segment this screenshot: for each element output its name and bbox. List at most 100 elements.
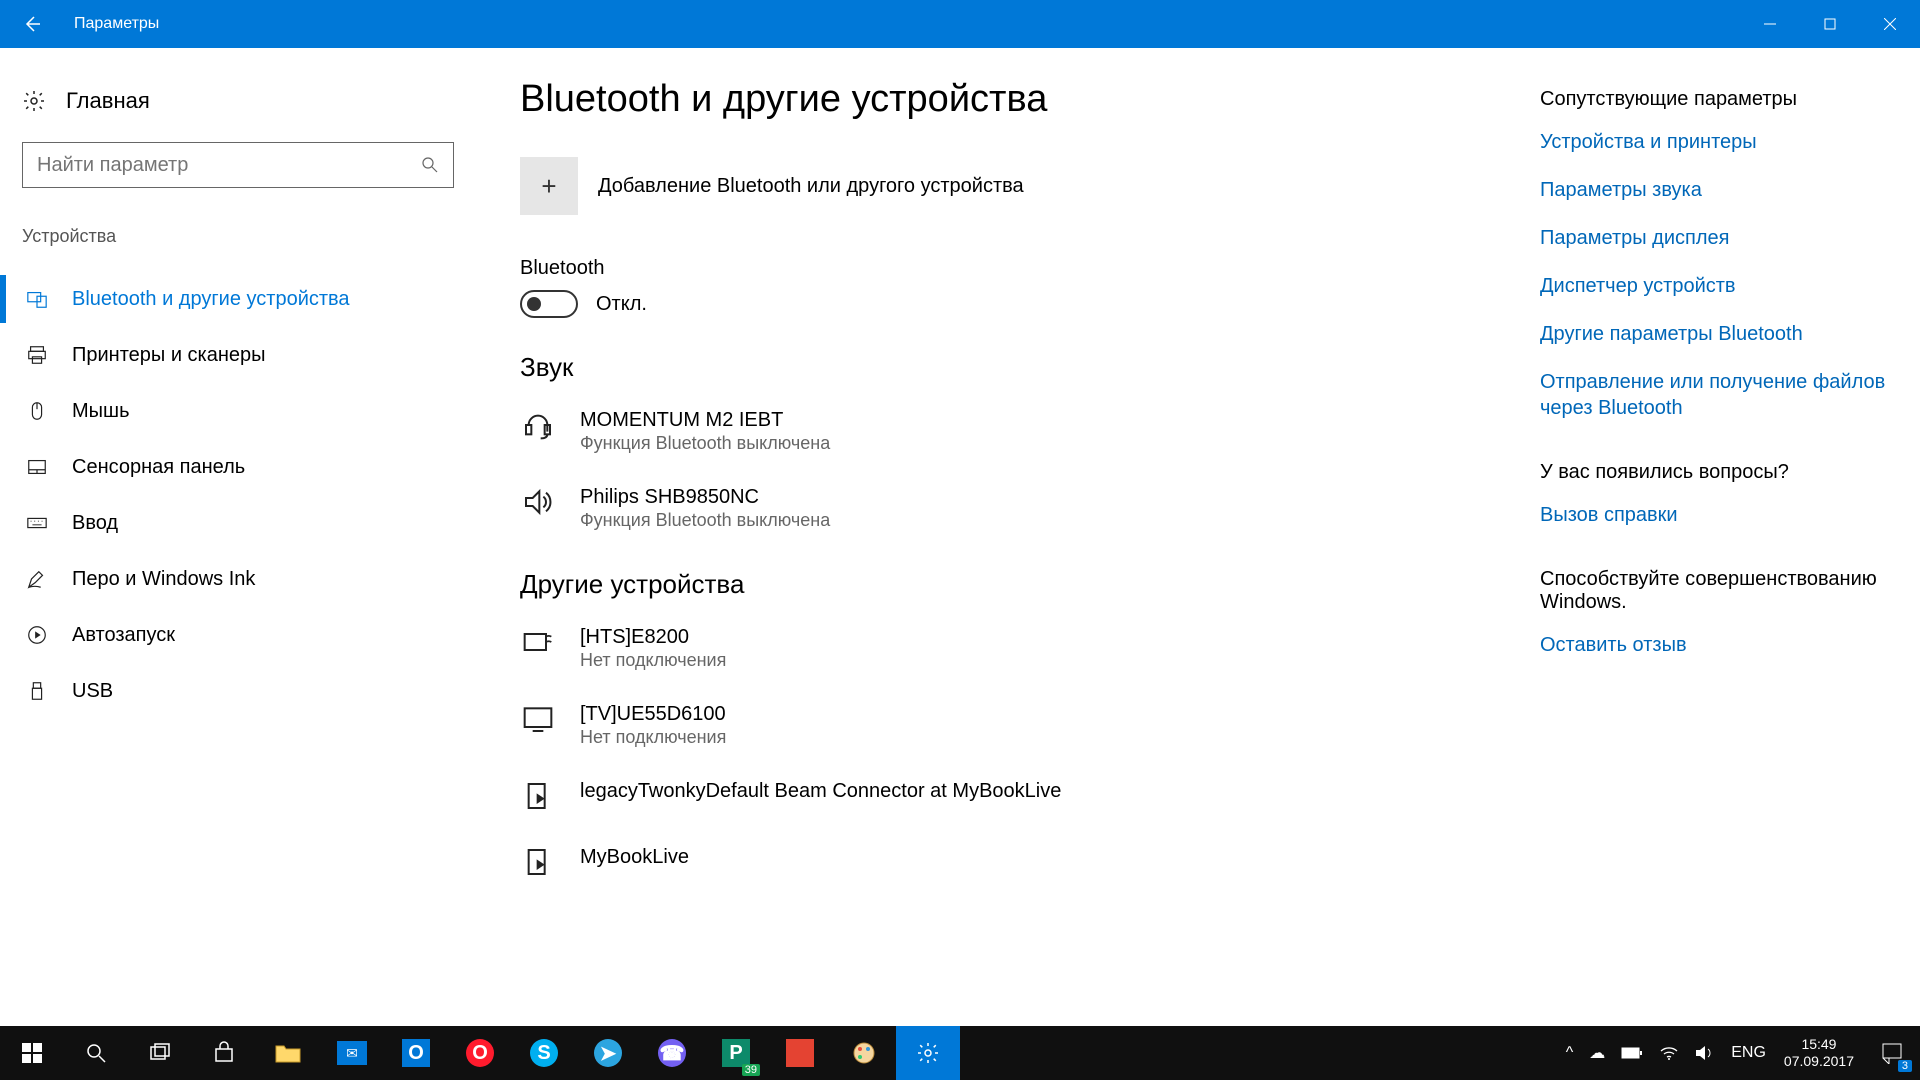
device-row[interactable]: MOMENTUM M2 IEBT Функция Bluetooth выклю… (520, 397, 1500, 474)
nav-pen[interactable]: Перо и Windows Ink (22, 551, 480, 607)
link-get-help[interactable]: Вызов справки (1540, 502, 1890, 528)
category-label: Устройства (22, 226, 480, 247)
device-status: Нет подключения (580, 650, 726, 671)
app-badge-icon[interactable]: P39 (704, 1026, 768, 1080)
volume-icon[interactable] (1687, 1044, 1723, 1062)
store-icon[interactable] (192, 1026, 256, 1080)
headset-icon (520, 407, 556, 443)
explorer-icon[interactable] (256, 1026, 320, 1080)
battery-icon[interactable] (1613, 1046, 1651, 1060)
nav-printers[interactable]: Принтеры и сканеры (22, 327, 480, 383)
device-icon (520, 778, 556, 814)
device-name: [HTS]E8200 (580, 624, 726, 650)
nav-mouse[interactable]: Мышь (22, 383, 480, 439)
nav-label: Перо и Windows Ink (72, 568, 255, 591)
language-indicator[interactable]: ENG (1723, 1044, 1774, 1062)
related-title: Сопутствующие параметры (1540, 88, 1890, 111)
nav-typing[interactable]: Ввод (22, 495, 480, 551)
tv-icon (520, 701, 556, 737)
notifications-button[interactable]: 3 (1864, 1026, 1920, 1080)
usb-icon (26, 680, 50, 702)
nav-label: Принтеры и сканеры (72, 344, 266, 367)
telegram-icon[interactable]: ➤ (576, 1026, 640, 1080)
toggle-state: Откл. (596, 293, 647, 316)
help-title: У вас появились вопросы? (1540, 461, 1890, 484)
touchpad-icon (26, 456, 50, 478)
add-device-label: Добавление Bluetooth или другого устройс… (598, 175, 1024, 198)
todoist-icon[interactable] (768, 1026, 832, 1080)
sound-group-title: Звук (520, 352, 1500, 383)
mail-icon[interactable]: ✉ (320, 1026, 384, 1080)
device-status: Функция Bluetooth выключена (580, 433, 830, 454)
nav-usb[interactable]: USB (22, 663, 480, 719)
taskview-button[interactable] (128, 1026, 192, 1080)
notif-badge: 3 (1898, 1060, 1912, 1072)
home-label: Главная (66, 88, 150, 114)
device-status: Функция Bluetooth выключена (580, 510, 830, 531)
nav-label: USB (72, 680, 113, 703)
device-name: MOMENTUM M2 IEBT (580, 407, 830, 433)
search-input[interactable] (22, 142, 454, 188)
link-more-bluetooth[interactable]: Другие параметры Bluetooth (1540, 321, 1890, 347)
search-field[interactable] (37, 154, 421, 177)
add-device-button[interactable]: + Добавление Bluetooth или другого устро… (520, 157, 1500, 215)
wifi-icon[interactable] (1651, 1045, 1687, 1061)
nav-label: Ввод (72, 512, 118, 535)
device-name: [TV]UE55D6100 (580, 701, 726, 727)
paint-icon[interactable] (832, 1026, 896, 1080)
autoplay-icon (26, 624, 50, 646)
search-button[interactable] (64, 1026, 128, 1080)
time-text: 15:49 (1784, 1036, 1854, 1053)
tray-chevron-icon[interactable]: ^ (1558, 1044, 1582, 1062)
link-feedback[interactable]: Оставить отзыв (1540, 632, 1890, 658)
link-send-receive-bt[interactable]: Отправление или получение файлов через B… (1540, 369, 1890, 421)
nav-label: Мышь (72, 400, 130, 423)
nav-touchpad[interactable]: Сенсорная панель (22, 439, 480, 495)
viber-icon[interactable]: ☎ (640, 1026, 704, 1080)
bluetooth-label: Bluetooth (520, 257, 1500, 280)
bluetooth-icon (26, 288, 50, 310)
nav-label: Сенсорная панель (72, 456, 245, 479)
clock[interactable]: 15:49 07.09.2017 (1774, 1036, 1864, 1070)
maximize-button[interactable] (1800, 0, 1860, 48)
window-title: Параметры (74, 15, 159, 33)
device-name: MyBookLive (580, 844, 689, 870)
device-row[interactable]: Philips SHB9850NC Функция Bluetooth выкл… (520, 474, 1500, 551)
minimize-button[interactable] (1740, 0, 1800, 48)
home-button[interactable]: Главная (22, 88, 480, 114)
gear-icon (22, 89, 46, 113)
device-row[interactable]: legacyTwonkyDefault Beam Connector at My… (520, 768, 1500, 834)
nav-label: Bluetooth и другие устройства (72, 288, 350, 311)
taskbar: ✉ O O S ➤ ☎ P39 ^ ☁ ENG 15:49 07.09.2017… (0, 1026, 1920, 1080)
onedrive-icon[interactable]: ☁ (1581, 1043, 1613, 1063)
link-display-settings[interactable]: Параметры дисплея (1540, 225, 1890, 251)
link-devices-printers[interactable]: Устройства и принтеры (1540, 129, 1890, 155)
keyboard-icon (26, 512, 50, 534)
device-row[interactable]: MyBookLive (520, 834, 1500, 900)
device-row[interactable]: [HTS]E8200 Нет подключения (520, 614, 1500, 691)
nav-label: Автозапуск (72, 624, 175, 647)
device-name: legacyTwonkyDefault Beam Connector at My… (580, 778, 1061, 804)
nav-autoplay[interactable]: Автозапуск (22, 607, 480, 663)
link-sound-settings[interactable]: Параметры звука (1540, 177, 1890, 203)
close-button[interactable] (1860, 0, 1920, 48)
device-icon (520, 844, 556, 880)
nav-bluetooth[interactable]: Bluetooth и другие устройства (22, 271, 480, 327)
device-row[interactable]: [TV]UE55D6100 Нет подключения (520, 691, 1500, 768)
outlook-icon[interactable]: O (384, 1026, 448, 1080)
device-status: Нет подключения (580, 727, 726, 748)
settings-icon[interactable] (896, 1026, 960, 1080)
speaker-icon (520, 484, 556, 520)
mouse-icon (26, 400, 50, 422)
device-name: Philips SHB9850NC (580, 484, 830, 510)
search-icon (421, 156, 439, 174)
page-title: Bluetooth и другие устройства (520, 78, 1500, 121)
opera-icon[interactable]: O (448, 1026, 512, 1080)
start-button[interactable] (0, 1026, 64, 1080)
bluetooth-toggle[interactable] (520, 290, 578, 318)
link-device-manager[interactable]: Диспетчер устройств (1540, 273, 1890, 299)
back-button[interactable] (0, 0, 64, 48)
media-device-icon (520, 624, 556, 660)
other-group-title: Другие устройства (520, 569, 1500, 600)
skype-icon[interactable]: S (512, 1026, 576, 1080)
